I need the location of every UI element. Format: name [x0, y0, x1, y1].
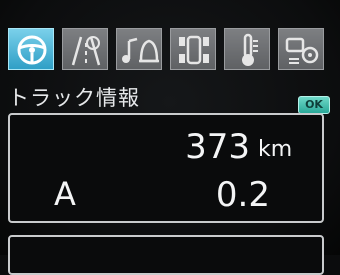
road-lane-icon [71, 36, 101, 66]
thermometer-icon [242, 33, 258, 66]
tab-audio[interactable] [116, 28, 162, 70]
secondary-info-panel [8, 235, 324, 275]
tab-steering[interactable] [8, 28, 54, 70]
display-screen: トラック情報 OK 373 km A 0.2 [0, 0, 340, 275]
ok-button[interactable]: OK [298, 96, 330, 114]
music-bell-icon [122, 37, 159, 63]
vehicle-settings-icon [285, 37, 319, 64]
tab-vehicle-settings[interactable] [278, 28, 324, 70]
distance-value: 373 [185, 127, 250, 167]
trip-meter-label: A [54, 175, 76, 213]
tab-temperature[interactable] [224, 28, 270, 70]
tab-bar [8, 28, 326, 72]
distance-unit: km [258, 137, 293, 162]
trip-meter-value: 0.2 [215, 175, 270, 215]
tab-tires[interactable] [170, 28, 216, 70]
car-tire-icon [179, 35, 209, 65]
steering-wheel-icon [17, 35, 47, 65]
tab-road[interactable] [62, 28, 108, 70]
section-title: トラック情報 [8, 86, 140, 110]
trip-info-panel: 373 km A 0.2 [8, 113, 324, 223]
